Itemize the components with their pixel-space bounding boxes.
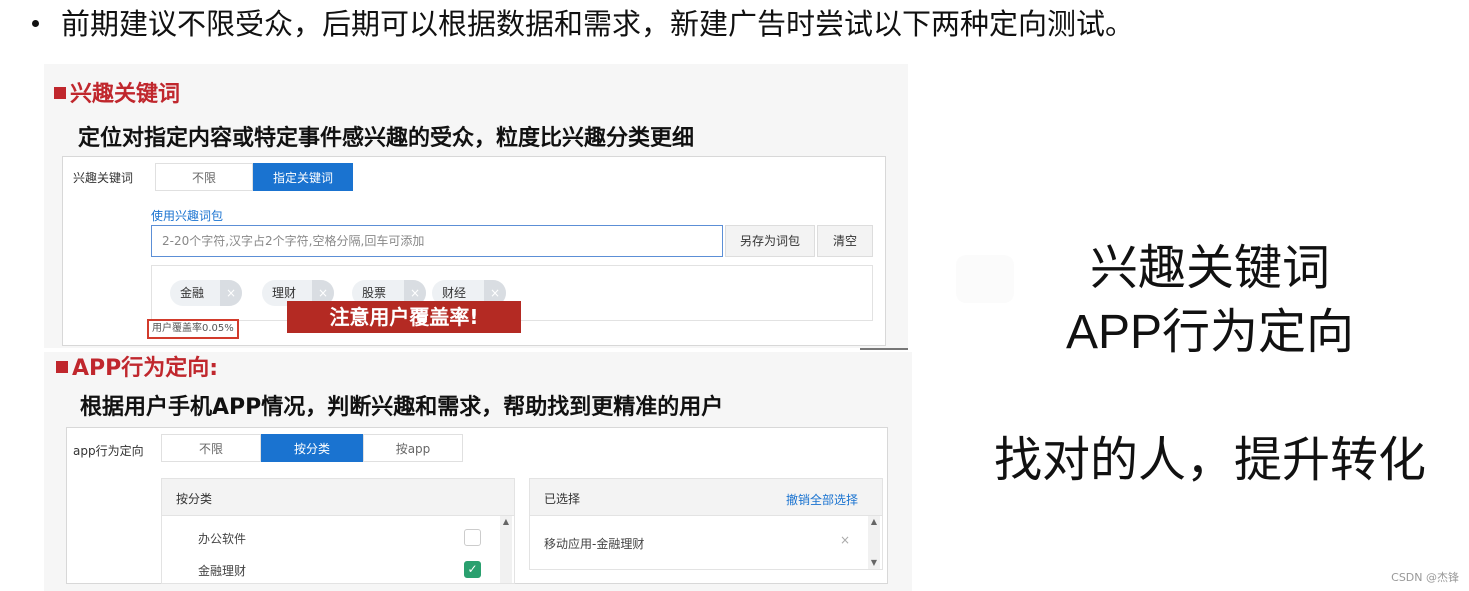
keyword-input[interactable]: 2-20个字符,汉字占2个字符,空格分隔,回车可添加 (151, 225, 723, 257)
intro-text: 前期建议不限受众，后期可以根据数据和需求，新建广告时尝试以下两种定向测试。 (61, 7, 1135, 41)
field-label-interest: 兴趣关键词 (73, 171, 134, 185)
tab-by-app[interactable]: 按app (363, 434, 463, 462)
field-label-app: app行为定向 (73, 444, 144, 458)
tab-by-category[interactable]: 按分类 (261, 434, 363, 462)
category-list-title: 按分类 (176, 492, 213, 506)
smudge (956, 255, 1014, 303)
section-title-interest: 兴趣关键词 (54, 76, 180, 108)
summary-line-3: 找对的人，提升转化 (993, 432, 1426, 488)
coverage-rate: 用户覆盖率0.05% (147, 319, 239, 339)
section-desc-app: 根据用户手机APP情况，判断兴趣和需求，帮助找到更精准的用户 (80, 395, 724, 420)
scroll-up-icon[interactable]: ▲ (500, 516, 512, 528)
tab-unlimited[interactable]: 不限 (161, 434, 261, 462)
category-list-header (162, 479, 514, 516)
interest-keyword-panel: 兴趣关键词 定位对指定内容或特定事件感兴趣的受众，粒度比兴趣分类更细 兴趣关键词… (44, 64, 908, 348)
red-square-icon (54, 87, 66, 99)
tag-close-icon[interactable]: × (220, 280, 242, 306)
intro-bullet: 前期建议不限受众，后期可以根据数据和需求，新建广告时尝试以下两种定向测试。 (28, 6, 1134, 42)
checkbox-office[interactable] (464, 529, 481, 546)
tab-unlimited[interactable]: 不限 (155, 163, 253, 191)
scroll-down-icon[interactable]: ▼ (868, 557, 880, 569)
category-item-office[interactable]: 办公软件 (198, 530, 246, 547)
coverage-warning-banner: 注意用户覆盖率! (287, 301, 521, 333)
selected-list-title: 已选择 (544, 492, 581, 506)
summary-line-1: 兴趣关键词 (1089, 240, 1330, 296)
category-scrollbar[interactable]: ▲ (500, 516, 512, 583)
app-behavior-panel: APP行为定向: 根据用户手机APP情况，判断兴趣和需求，帮助找到更精准的用户 … (44, 352, 912, 591)
selected-scrollbar[interactable]: ▲ ▼ (868, 516, 880, 569)
remove-item-icon[interactable]: × (840, 533, 850, 547)
clear-button[interactable]: 清空 (817, 225, 873, 257)
scroll-up-icon[interactable]: ▲ (868, 516, 880, 528)
category-list: 按分类 办公软件 金融理财 ✓ ▲ (161, 478, 515, 584)
red-square-icon (56, 361, 68, 373)
checkmark-icon: ✓ (467, 562, 478, 576)
keyword-pack-link[interactable]: 使用兴趣词包 (151, 207, 223, 224)
divider (860, 348, 908, 350)
section-desc-interest: 定位对指定内容或特定事件感兴趣的受众，粒度比兴趣分类更细 (78, 126, 695, 151)
checkbox-finance[interactable]: ✓ (464, 561, 481, 578)
interest-keyword-form: 兴趣关键词 不限 指定关键词 使用兴趣词包 2-20个字符,汉字占2个字符,空格… (62, 156, 886, 346)
category-item-finance[interactable]: 金融理财 (198, 562, 246, 579)
selected-item: 移动应用-金融理财 (544, 537, 645, 551)
section-title-app: APP行为定向: (56, 350, 218, 382)
keyword-tag: 金融 × (170, 280, 242, 306)
tab-specified-keywords[interactable]: 指定关键词 (253, 163, 353, 191)
clear-all-selection-link[interactable]: 撤销全部选择 (786, 491, 858, 508)
bullet-dot-icon (32, 19, 39, 27)
watermark: CSDN @杰锋 (1391, 571, 1459, 584)
save-as-pack-button[interactable]: 另存为词包 (725, 225, 815, 257)
app-behavior-form: app行为定向 不限 按分类 按app 按分类 办公软件 金融理财 ✓ ▲ 已选… (66, 427, 888, 584)
selected-list: 已选择 撤销全部选择 移动应用-金融理财 × ▲ ▼ (529, 478, 883, 570)
summary-line-2: APP行为定向 (1065, 306, 1355, 359)
